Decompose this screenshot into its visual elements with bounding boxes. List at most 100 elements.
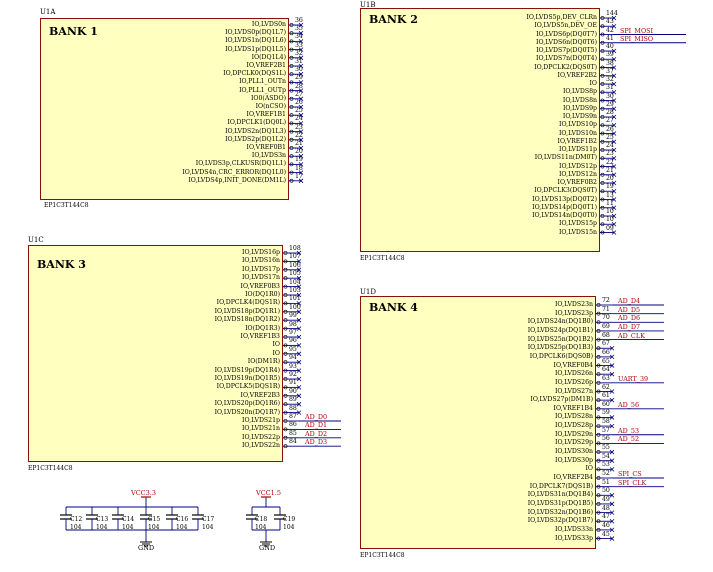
u1d-pin-name: IO,LVDS31n(DQ1B4) [527,491,593,499]
u1a-pin-name: IO,LVDS2p(DQ1L2) [225,135,286,143]
u1d-pin-name: IO,LVDS33n [554,525,593,533]
u1c-pin-name: IO,LVDS19n(DQ1R5) [214,375,280,382]
u1b-net-label: SPI_MISO [620,34,654,43]
u1a-pin-number: 25 [295,107,303,115]
u1c-pin-name: IO,LVDS17n [241,274,280,282]
u1d-ref: U1D [360,288,376,296]
u1c-pin-name: IO(DQ1R3) [245,324,280,332]
u1c-pin-number: 90 [289,387,297,395]
u1b-pin-name: IO,LVDS6p(DQ0T7) [536,30,597,38]
u1c-pin-number: 93 [289,362,297,370]
u1a-pin-number: 34 [295,33,303,41]
u1d-pin-name: IO,LVDS25n(DQ1B2) [527,335,593,343]
u1d-pin-name: IO,LVDS27p(DM1B) [530,396,593,404]
u1d-pin-name: IO,LVDS31p(DQ1B5) [527,499,593,507]
u1c-pin-number: 95 [289,345,297,353]
u1a-pin-name: IO,LVDS3p,CLKUSR(DQ1L1) [195,160,286,168]
u1b-pin-name: IO,LVDS13p(DQ0T2) [532,195,597,203]
u1d-pin-number: 56 [602,435,610,443]
u1c-pin-name: IO,LVDS16n [241,257,280,265]
u1b-pin-number: 41 [606,34,614,42]
u1b-pin-name: IO,LVDS12n [558,170,597,178]
cap-c17-value: 104 [202,524,214,531]
u1c-pin-name: IO,VREF0B3 [240,282,280,290]
u1a-pin-name: IO(DQ1L4) [251,53,286,61]
u1c-pin-number: 86 [289,421,297,429]
cap-c15-ref: C15 [148,516,161,523]
cap-c13-ref: C13 [96,516,109,523]
u1b-pin-number: 29 [606,100,614,108]
u1b-pin-name: IO,LVDS12p [559,162,597,170]
u1d-pin-number: 65 [602,357,610,365]
u1b-pin-name: IO,LVDS7p(DQ0T5) [536,47,597,54]
u1d-pin-name: IO,LVDS30p [555,456,593,464]
u1d-pin-name: IO,LVDS24n(DQ1B0) [527,318,593,326]
u1b-pin-name: IO,LVDS14p(DQ0T1) [532,203,597,211]
u1a-pin-number: 23 [295,123,303,131]
bank-1-title: BANK 1 [49,25,98,38]
u1a-part-number: EP1C3T144C8 [44,202,89,209]
u1d-pin-name: IO,LVDS28n [554,413,593,421]
cap-c18-value: 104 [255,524,267,531]
u1c-part-number: EP1C3T144C8 [28,465,73,472]
u1c-pin-number: 108 [289,245,301,252]
u1d-pin-name: IO,LVDS29p [555,439,593,447]
cap-c18-ref: C18 [255,516,268,523]
u1d-pin-name: IO,LVDS25p(DQ1B3) [527,344,593,352]
u1a-pin-name: IO0(ASDO) [250,94,286,102]
u1a-pin-number: 24 [295,115,303,123]
u1a-pin-number: 26 [295,99,303,106]
u1c-pin-name: IO,LVDS22p [242,433,280,441]
u1c-pin-name: IO [272,349,280,357]
u1a-pin-number: 35 [295,25,303,33]
u1d-pin-number: 45 [602,530,610,538]
u1d-pin-name: IO,LVDS24p(DQ1B1) [527,326,593,334]
u1c-pin-name: IO,LVDS22n [241,442,280,450]
cap-c19-value: 104 [283,524,295,531]
u1d-pin-name: IO,LVDS26n [554,370,593,378]
vcc33-label: VCC3.3 [131,489,156,497]
u1d-pin-name: IO,LVDS28p [555,422,593,430]
u1b-pin-number: 24 [606,142,614,149]
u1c-pin-name: IO,DPCLK5(DQS1R) [216,383,280,391]
u1c-pin-number: 91 [289,379,297,387]
u1a-pin-number: 27 [295,90,303,98]
u1a-pin-number: 18 [295,164,303,172]
u1b-pin-name: IO,LVDS10p [559,121,597,129]
u1a-pin-name: IO,LVDS3n [251,152,286,160]
u1c-pin-number: 92 [289,371,297,378]
u1b-pin-name: IO [589,80,597,87]
u1c-pin-number: 87 [289,413,297,420]
u1b-pin-name: IO,VREF0B2 [557,179,597,186]
u1b-pin-name: IO,LVDS15p [559,220,597,228]
u1b-pin-number: 32 [606,76,614,83]
bank-2-title: BANK 2 [369,13,418,26]
u1b-pin-number: 30 [606,92,614,100]
u1b-pin-name: IO,LVDS14n(DQ0T0) [532,212,597,219]
u1d-pin-number: 72 [602,297,610,304]
u1b-pin-number: 10 [606,208,614,215]
u1a-pin-name: IO,LVDS2n(DQ1L3) [225,127,286,135]
u1d-pin-number: 58 [602,418,610,426]
u1d-net-label: AD_52 [618,435,640,444]
u1b-part-number: EP1C3T144C8 [360,255,405,262]
u1c-pin-number: 88 [289,404,297,412]
u1a-pin-number: 20 [295,148,303,156]
u1b-pin-number: 10 [606,216,614,224]
cap-c17-ref: C17 [202,516,215,523]
u1b-pin-name: IO,LVDS6n(DQ0T6) [536,38,597,46]
u1a-pin-name: IO,VREF0B1 [246,144,286,151]
u1b-pin-name: IO,DPCLK2(DQS0T) [534,63,597,71]
u1a-pin-name: IO,LVDS4p,INIT_DONE(DM1L) [188,176,286,184]
u1b-pin-name: IO,LVDS11p [559,146,597,153]
gnd-label-left: GND [138,544,155,552]
schematic-canvas: U1A BANK 1 EP1C3T144C8 U1B BANK 2 EP1C3T… [0,0,713,572]
u1c-pin-name: IO,VREF2B3 [240,391,280,399]
u1c-pin-name: IO(DM1R) [247,358,280,366]
u1c-pin-number: 103 [289,287,301,294]
u1d-pin-name: IO,LVDS27n [554,387,593,395]
u1c-pin-name: IO(DQ1R0) [245,291,280,298]
u1b-pin-name: IO,LVDS5p,DEV_CLRn [526,14,597,21]
cap-c14-value: 104 [122,524,134,531]
u1d-net-label: UART_39 [618,374,649,383]
